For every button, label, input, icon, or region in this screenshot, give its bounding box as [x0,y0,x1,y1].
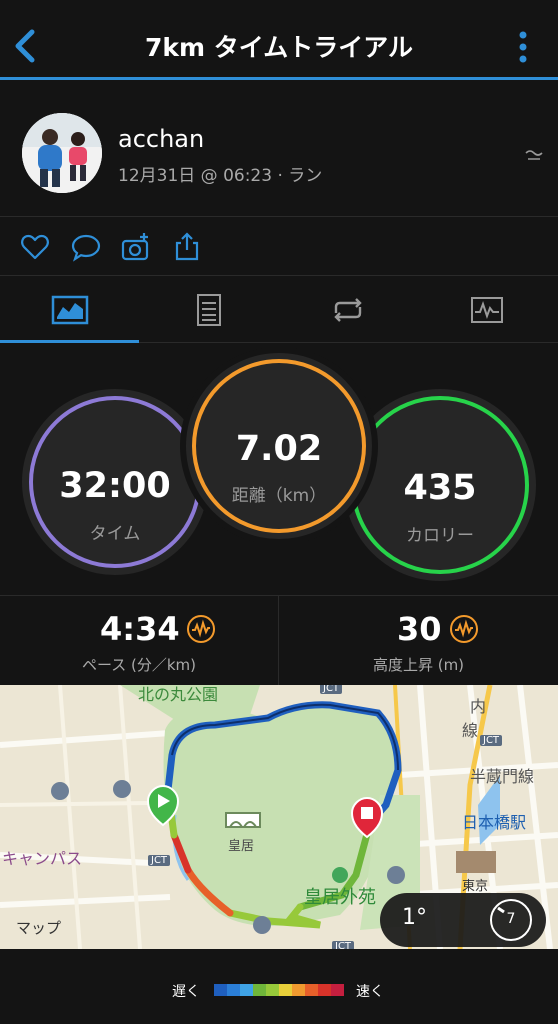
palace-landmark-icon [225,812,261,828]
legend-swatch [240,984,253,996]
share-icon[interactable] [172,232,202,262]
pace-graph-icon[interactable] [186,614,216,644]
avatar[interactable] [22,113,102,193]
map-label-hanzomon: 半蔵門線 [470,767,535,786]
slow-label: 遅く [172,984,200,1000]
stats-list-icon [196,294,221,326]
secondary-stats: 4:34 ペース (分／km) 30 高度上昇 (m) [0,595,558,686]
detail-tabs [0,277,558,343]
map-label-jct1: JCT [320,685,343,694]
action-bar [0,218,558,276]
page-title: 7km タイムトライアル [144,33,414,62]
legend-swatch [292,984,305,996]
elevation-stat[interactable]: 30 高度上昇 (m) [278,596,558,686]
activity-type-icon [525,150,543,160]
legend-swatch [305,984,318,996]
map-label-jct4: JCT [332,941,355,949]
weather-chip[interactable]: 1° 7 [380,893,546,947]
fast-label: 速く [356,984,384,1000]
legend-swatch [227,984,240,996]
map-label-sen: 線 [462,721,479,740]
wind-speed-value: 7 [506,911,516,927]
tab-laps[interactable] [278,277,417,343]
map-label-uchi: 内 [470,697,487,716]
map-label-palace: 皇居 [228,839,255,854]
map-label-campus: キャンパス [2,849,83,868]
map-label-tokyo: 東京 [462,879,489,894]
legend-swatch [318,984,331,996]
map-label-jct2: JCT [480,735,503,746]
calories-label: カロリー [406,526,474,546]
calories-ring[interactable]: 435 カロリー [344,389,536,581]
time-value: 32:00 [59,466,171,506]
activity-owner-section: acchan 12月31日 @ 06:23 · ラン [0,83,558,217]
apple-maps-label: マップ [16,919,62,937]
time-label: タイム [89,524,141,544]
distance-ring[interactable]: 7.02 距離（km） [186,353,372,539]
legend-swatch [253,984,266,996]
legend-swatch [266,984,279,996]
legend-swatch [214,984,227,996]
top-nav-bar: 7km タイムトライアル [0,0,558,80]
overview-chart-icon [51,295,88,325]
pace-color-legend: 遅く 速く [0,949,558,1024]
tab-charts[interactable] [417,277,556,343]
username[interactable]: acchan [118,125,204,153]
time-ring[interactable]: 32:00 タイム [22,389,208,575]
pace-color-scale [214,984,344,996]
pace-label: ペース (分／km) [81,656,197,674]
back-arrow-icon[interactable] [10,28,40,64]
like-heart-icon[interactable] [20,232,50,262]
activity-datetime-type: 12月31日 @ 06:23 · ラン [118,166,323,186]
elevation-value: 30 [397,610,442,648]
map-label-nihonbashi: 日本橋駅 [462,813,527,832]
temperature-value: 1° [402,905,427,930]
tab-stats[interactable] [139,277,278,343]
map-label-jct3: JCT [148,855,171,866]
pace-value: 4:34 [100,610,180,648]
comment-bubble-icon[interactable] [71,232,101,262]
add-photo-camera-icon[interactable] [121,232,151,262]
elevation-graph-icon[interactable] [449,614,479,644]
tab-overview[interactable] [0,277,139,343]
charts-graph-icon [470,297,503,323]
laps-repeat-icon [333,298,362,322]
legend-swatch [279,984,292,996]
map-label-park: 北の丸公園 [138,685,219,704]
distance-value: 7.02 [235,429,323,469]
summary-rings: 32:00 タイム 435 カロリー 7.02 距離（km） [0,343,558,595]
distance-label: 距離（km） [231,486,327,506]
legend-swatch [331,984,344,996]
pace-stat[interactable]: 4:34 ペース (分／km) [0,596,278,686]
map-label-outer-garden: 皇居外苑 [304,887,376,908]
more-options-icon[interactable] [518,30,528,64]
elevation-label: 高度上昇 (m) [372,656,465,674]
calories-value: 435 [403,468,477,508]
